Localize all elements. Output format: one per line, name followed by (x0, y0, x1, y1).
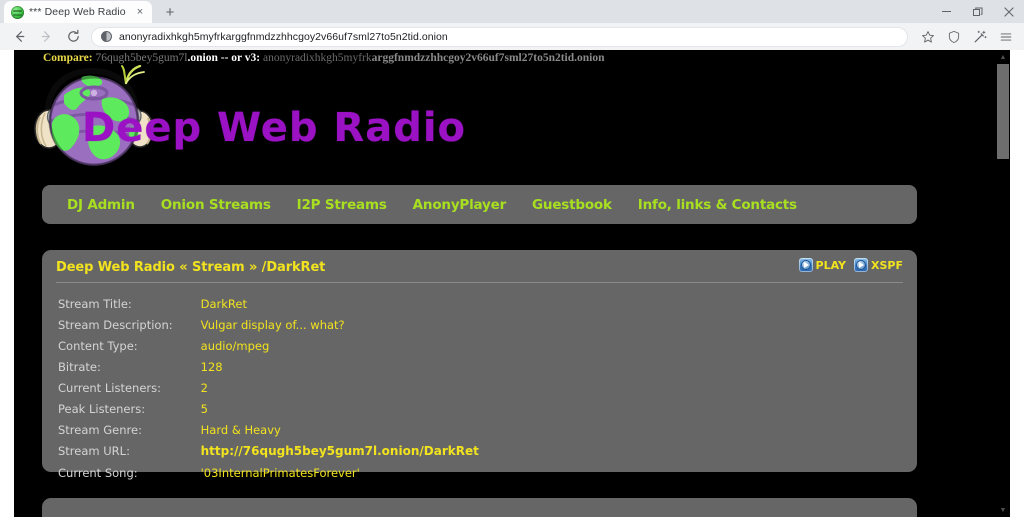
url-text: anonyradixhkgh5myfrkarggfnmdzzhhcgoy2v66… (119, 31, 448, 43)
row-label: Content Type: (58, 336, 181, 357)
logo-text: Deep Web Radio (82, 105, 466, 151)
nav-item-anonyplayer[interactable]: AnonyPlayer (400, 197, 519, 213)
row-label: Stream Description: (58, 315, 181, 336)
page-scrollbar[interactable]: ▲ ▼ (996, 50, 1010, 517)
main-navigation: DJ Admin Onion Streams I2P Streams Anony… (42, 185, 917, 224)
table-row: Stream Genre: Hard & Heavy (58, 420, 479, 441)
circle-half-icon (101, 31, 112, 42)
hamburger-menu-icon[interactable] (993, 25, 1018, 49)
card-divider (56, 282, 903, 283)
table-row: Current Song: '03InternalPrimatesForever… (58, 463, 479, 484)
row-label: Bitrate: (58, 357, 181, 378)
minimize-icon[interactable] (931, 0, 962, 23)
sparkle-wand-icon[interactable] (967, 25, 992, 49)
close-tab-button[interactable]: × (133, 5, 147, 19)
page-left-gutter (0, 50, 14, 517)
browser-window: *** Deep Web Radio *** × + anonyradixhkg… (0, 0, 1024, 517)
row-value: 128 (181, 357, 479, 378)
nav-item-i2p-streams[interactable]: I2P Streams (284, 197, 400, 213)
row-label: Stream URL: (58, 441, 181, 463)
nav-item-dj-admin[interactable]: DJ Admin (54, 197, 148, 213)
toolbar-icons (915, 25, 1018, 49)
stream-card: Deep Web Radio « Stream » /DarkRet PLAY … (42, 250, 917, 472)
stream-card-actions: PLAY XSPF (799, 258, 903, 272)
play-button-icon (854, 258, 868, 272)
shield-icon[interactable] (941, 25, 966, 49)
scrollbar-thumb[interactable] (997, 64, 1009, 159)
compare-v2-suffix: .onion (188, 52, 218, 64)
stream-card-title: Deep Web Radio « Stream » /DarkRet (56, 260, 325, 275)
stream-card-header: Deep Web Radio « Stream » /DarkRet PLAY … (42, 250, 917, 284)
back-arrow-icon[interactable] (6, 25, 32, 49)
page-viewport: Compare: 76qugh5bey5gum7l.onion -- or v3… (0, 50, 1024, 517)
scroll-down-arrow-icon[interactable]: ▼ (996, 503, 1010, 517)
compare-v3-prefix: anonyradixhkgh5myfrk (263, 52, 372, 64)
browser-tab[interactable]: *** Deep Web Radio *** × (4, 1, 152, 23)
compare-v3-suffix: .onion (574, 52, 604, 64)
row-label: Peak Listeners: (58, 399, 181, 420)
next-stream-card (42, 498, 917, 517)
compare-v3-mid: arggfnmdzzhhcgoy2v66uf7sml27to5n2tid (372, 52, 575, 64)
table-row: Stream URL: http://76qugh5bey5gum7l.onio… (58, 441, 479, 463)
row-label: Stream Genre: (58, 420, 181, 441)
scrollbar-track[interactable] (996, 64, 1010, 503)
compare-line: Compare: 76qugh5bey5gum7l.onion -- or v3… (43, 52, 605, 64)
close-window-icon[interactable] (993, 0, 1024, 23)
restore-icon[interactable] (962, 0, 993, 23)
nav-item-onion-streams[interactable]: Onion Streams (148, 197, 284, 213)
row-label: Current Song: (58, 463, 181, 484)
table-row: Bitrate: 128 (58, 357, 479, 378)
row-value: audio/mpeg (181, 336, 479, 357)
tab-title: *** Deep Web Radio *** (29, 6, 128, 18)
row-value: DarkRet (181, 294, 479, 315)
tab-strip: *** Deep Web Radio *** × + (0, 0, 1024, 23)
forward-arrow-icon[interactable] (33, 25, 59, 49)
table-row: Peak Listeners: 5 (58, 399, 479, 420)
table-row: Current Listeners: 2 (58, 378, 479, 399)
row-value-stream-url[interactable]: http://76qugh5bey5gum7l.onion/DarkRet (181, 441, 479, 463)
globe-favicon (11, 6, 24, 19)
row-value: '03InternalPrimatesForever' (181, 463, 479, 484)
compare-separator: -- or v3: (218, 52, 263, 64)
star-icon[interactable] (915, 25, 940, 49)
compare-v2-address: 76qugh5bey5gum7l.onion (96, 52, 218, 64)
play-button-icon (799, 258, 813, 272)
row-value: 5 (181, 399, 479, 420)
scroll-up-arrow-icon[interactable]: ▲ (996, 50, 1010, 64)
play-link[interactable]: PLAY (799, 258, 847, 272)
row-value: Hard & Heavy (181, 420, 479, 441)
xspf-link[interactable]: XSPF (854, 258, 903, 272)
reload-icon[interactable] (60, 25, 86, 49)
table-row: Stream Title: DarkRet (58, 294, 479, 315)
new-tab-button[interactable]: + (158, 2, 182, 22)
window-controls (931, 0, 1024, 23)
row-label: Stream Title: (58, 294, 181, 315)
row-value: Vulgar display of... what? (181, 315, 479, 336)
compare-label: Compare: (43, 52, 93, 64)
stream-info-table: Stream Title: DarkRet Stream Description… (58, 294, 479, 484)
browser-toolbar: anonyradixhkgh5myfrkarggfnmdzzhhcgoy2v66… (0, 23, 1024, 50)
nav-item-guestbook[interactable]: Guestbook (519, 197, 625, 213)
compare-v3-address: anonyradixhkgh5myfrkarggfnmdzzhhcgoy2v66… (263, 52, 605, 64)
nav-item-info-links-contacts[interactable]: Info, links & Contacts (625, 197, 810, 213)
compare-v2-prefix: 76qugh5bey5gum7l (96, 52, 188, 64)
play-label: PLAY (816, 259, 847, 272)
web-page: Compare: 76qugh5bey5gum7l.onion -- or v3… (14, 50, 1010, 517)
row-label: Current Listeners: (58, 378, 181, 399)
address-bar[interactable]: anonyradixhkgh5myfrkarggfnmdzzhhcgoy2v66… (91, 27, 908, 47)
xspf-label: XSPF (871, 259, 903, 272)
site-logo[interactable]: Deep Web Radio (30, 65, 550, 170)
table-row: Content Type: audio/mpeg (58, 336, 479, 357)
table-row: Stream Description: Vulgar display of...… (58, 315, 479, 336)
row-value: 2 (181, 378, 479, 399)
